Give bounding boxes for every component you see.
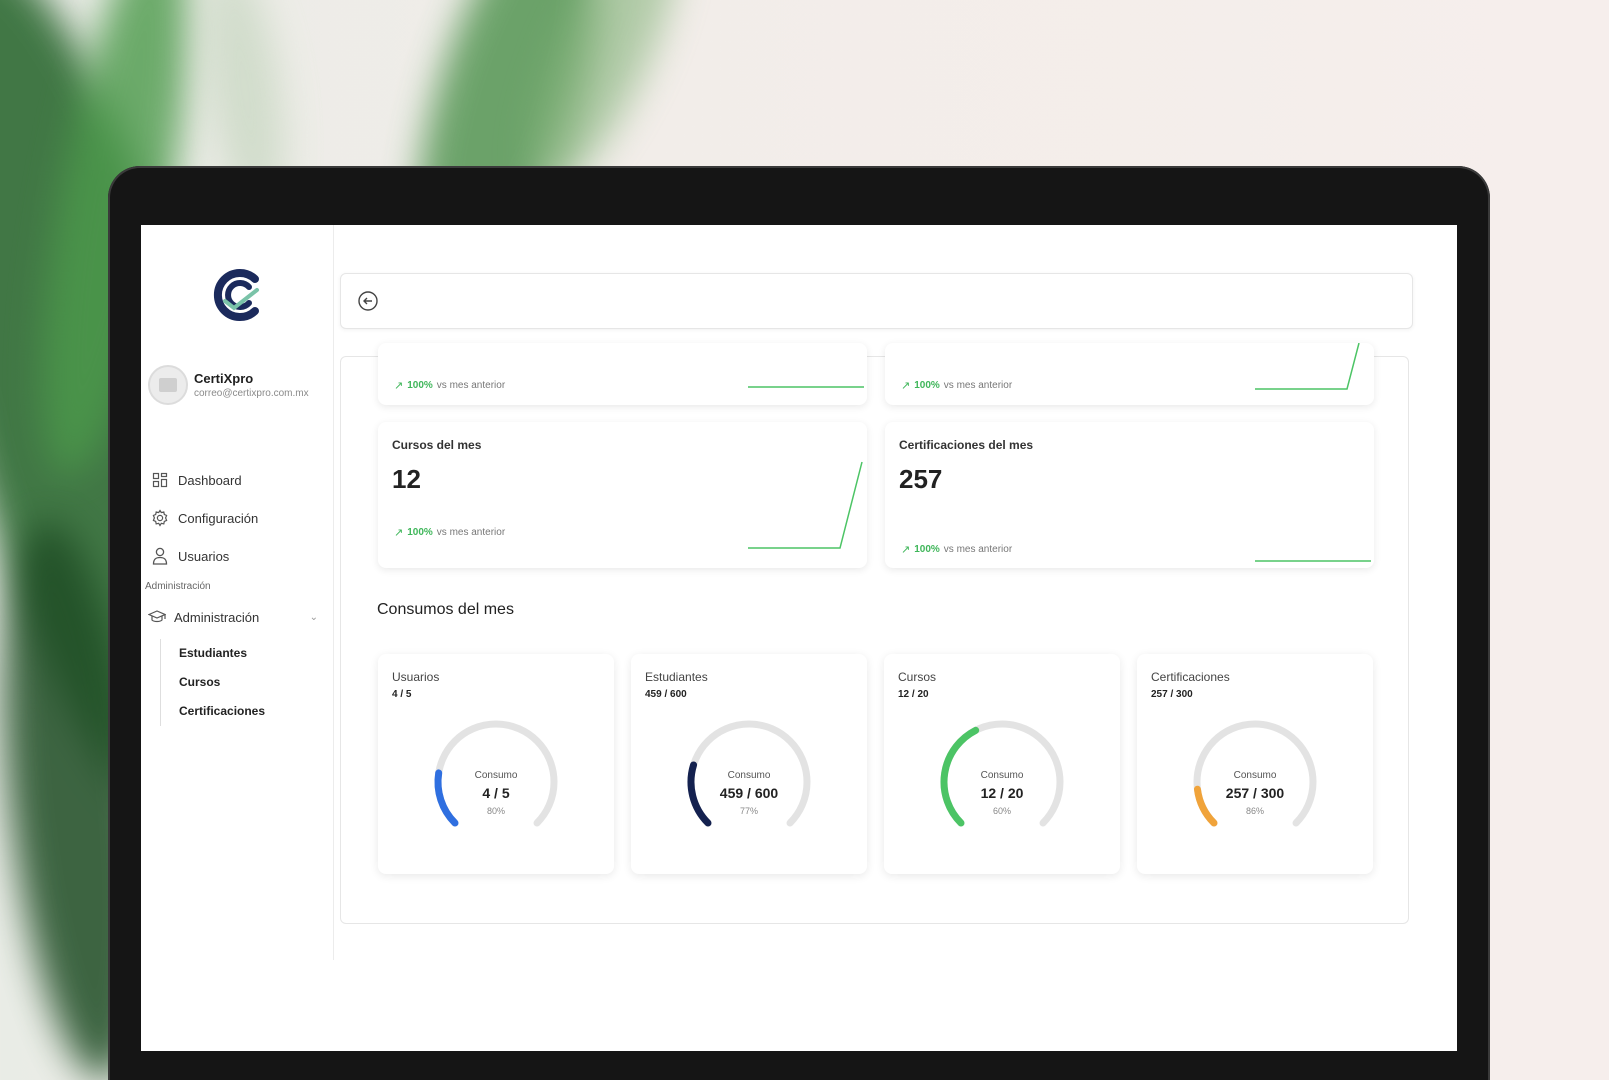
trend-text: vs mes anterior	[436, 527, 506, 538]
gauge-percent: 86%	[1245, 806, 1264, 816]
admin-subnav: Estudiantes Cursos Certificaciones	[160, 639, 265, 726]
stat-value: 12	[392, 464, 421, 494]
usage-card-summary: 257 / 300	[1151, 689, 1193, 700]
grid-icon	[151, 471, 169, 489]
gauge-label: Consumo	[727, 770, 771, 781]
usage-card-title: Usuarios	[392, 670, 440, 684]
trend-up-icon: ↗	[394, 527, 404, 539]
sidebar-item-administracion[interactable]: Administración ⌄	[148, 605, 318, 629]
usage-card-certificaciones: Certificaciones 257 / 300 Consumo 257 / …	[1137, 654, 1373, 874]
trend-percent: 100%	[407, 527, 433, 538]
gauge-percent: 77%	[739, 806, 758, 816]
back-arrow-icon[interactable]	[357, 290, 379, 312]
section-title: Consumos del mes	[377, 601, 514, 618]
usage-card-title: Certificaciones	[1151, 670, 1230, 684]
top-bar	[340, 273, 1413, 329]
stat-card: ↗ 100% vs mes anterior	[885, 343, 1374, 405]
gauge-label: Consumo	[980, 770, 1024, 781]
sparkline	[748, 461, 863, 549]
trend-percent: 100%	[407, 380, 433, 391]
avatar	[148, 365, 188, 405]
sparkline	[748, 386, 864, 388]
stat-card: ↗ 100% vs mes anterior	[378, 343, 867, 405]
gauge-value: 459 / 600	[719, 785, 779, 801]
image-placeholder-icon	[159, 378, 177, 392]
trend-up-icon: ↗	[901, 380, 911, 392]
sidebar-nav: Dashboard Configuración Usuarios	[151, 461, 326, 575]
gauge-percent: 60%	[992, 806, 1011, 816]
chevron-down-icon[interactable]: ⌄	[310, 612, 318, 623]
stat-title: Certificaciones del mes	[899, 438, 1034, 452]
sidebar-item-label: Dashboard	[178, 472, 242, 488]
trend-indicator: ↗ 100% vs mes anterior	[901, 379, 1012, 392]
subnav-item-estudiantes[interactable]: Estudiantes	[179, 639, 265, 668]
usage-card-cursos: Cursos 12 / 20 Consumo 12 / 20 60%	[884, 654, 1120, 874]
sparkline	[1255, 343, 1360, 390]
gauge-value: 257 / 300	[1225, 785, 1285, 801]
trend-indicator: ↗ 100% vs mes anterior	[394, 526, 505, 539]
sidebar: CertiXpro correo@certixpro.com.mx Dashbo…	[141, 225, 334, 960]
gauge-label: Consumo	[1233, 770, 1277, 781]
usage-card-summary: 459 / 600	[645, 689, 687, 700]
trend-text: vs mes anterior	[436, 380, 506, 391]
graduation-cap-icon	[148, 608, 166, 626]
sidebar-item-label: Administración	[174, 609, 260, 625]
sparkline	[1255, 560, 1371, 562]
usage-card-title: Estudiantes	[645, 670, 708, 684]
profile-email: correo@certixpro.com.mx	[194, 388, 309, 399]
gauge-value: 12 / 20	[980, 785, 1024, 801]
usage-card-estudiantes: Estudiantes 459 / 600 Consumo 459 / 600 …	[631, 654, 867, 874]
subnav-item-cursos[interactable]: Cursos	[179, 668, 265, 697]
trend-indicator: ↗ 100% vs mes anterior	[901, 543, 1012, 556]
trend-percent: 100%	[914, 544, 940, 555]
stat-value: 257	[899, 464, 943, 494]
profile-name: CertiXpro	[194, 371, 254, 386]
sidebar-item-usuarios[interactable]: Usuarios	[151, 537, 326, 575]
sidebar-item-label: Usuarios	[178, 548, 230, 564]
trend-text: vs mes anterior	[943, 380, 1013, 391]
user-profile[interactable]: CertiXpro correo@certixpro.com.mx	[148, 365, 309, 405]
trend-up-icon: ↗	[901, 544, 911, 556]
gear-icon	[151, 509, 169, 527]
sidebar-item-configuracion[interactable]: Configuración	[151, 499, 326, 537]
gauge-percent: 80%	[486, 806, 505, 816]
usage-card-usuarios: Usuarios 4 / 5 Consumo 4 / 5 80%	[378, 654, 614, 874]
trend-text: vs mes anterior	[943, 544, 1013, 555]
sidebar-item-dashboard[interactable]: Dashboard	[151, 461, 326, 499]
usage-card-summary: 12 / 20	[898, 689, 929, 700]
sidebar-item-label: Configuración	[178, 510, 259, 526]
gauge-label: Consumo	[474, 770, 518, 781]
trend-percent: 100%	[914, 380, 940, 391]
gauge-value: 4 / 5	[482, 785, 510, 801]
user-icon	[151, 547, 169, 565]
app-screen: CertiXpro correo@certixpro.com.mx Dashbo…	[141, 225, 1457, 1051]
stat-card: Certificaciones del mes 257 ↗ 100% vs me…	[885, 422, 1374, 568]
stat-title: Cursos del mes	[392, 438, 482, 452]
section-label: Administración	[145, 581, 211, 592]
stat-card: Cursos del mes 12 ↗ 100% vs mes anterior	[378, 422, 867, 568]
subnav-item-certificaciones[interactable]: Certificaciones	[179, 697, 265, 726]
trend-up-icon: ↗	[394, 380, 404, 392]
trend-indicator: ↗ 100% vs mes anterior	[394, 379, 505, 392]
usage-card-title: Cursos	[898, 670, 937, 684]
usage-card-summary: 4 / 5	[392, 689, 412, 700]
certixpro-logo	[213, 269, 259, 321]
